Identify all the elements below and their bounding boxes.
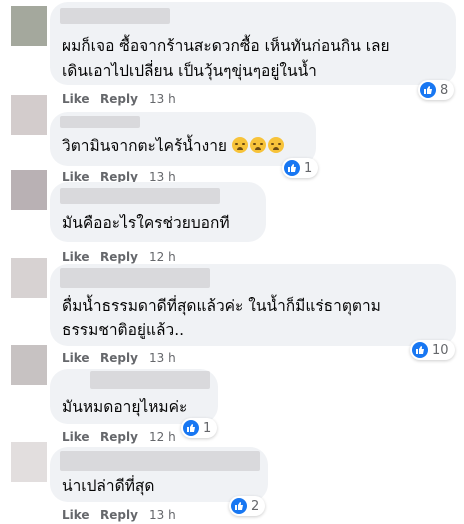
reaction-count-value: 10 xyxy=(432,342,449,358)
avatar[interactable] xyxy=(11,345,47,385)
author-name[interactable] xyxy=(90,371,210,389)
like-reaction-icon xyxy=(412,342,428,358)
timestamp[interactable]: 12 h xyxy=(149,250,176,264)
weary-face-emoji xyxy=(267,137,284,153)
avatar[interactable] xyxy=(11,442,47,482)
comment-text: ผมก็เจอ ซื้อจากร้านสะดวกซื้อ เห็นทันก่อน… xyxy=(62,37,390,55)
comment-text: มันหมดอายุไหมค่ะ xyxy=(62,398,188,416)
comment-text-line: วิตามินจากตะไคร้น้ำงาย xyxy=(62,135,286,157)
comment-bubble: มันหมดอายุไหมค่ะ xyxy=(50,369,218,424)
reaction-count-value: 2 xyxy=(251,498,260,514)
reply-button[interactable]: Reply xyxy=(100,250,138,264)
reply-button[interactable]: Reply xyxy=(100,430,138,444)
like-reaction-icon xyxy=(284,160,300,176)
like-reaction-icon xyxy=(231,498,247,514)
like-reaction-icon xyxy=(420,82,436,98)
avatar[interactable] xyxy=(11,95,47,135)
reaction-count-value: 1 xyxy=(203,420,212,436)
comment-text: ดื่มน้ำธรรมดาดีที่สุดแล้วค่ะ ในน้ำก็มีแร… xyxy=(62,297,381,315)
comment-bubble: น่าเปล่าดีที่สุด xyxy=(50,447,268,502)
author-name[interactable] xyxy=(60,116,140,128)
comment-bubble: ผมก็เจอ ซื้อจากร้านสะดวกซื้อ เห็นทันก่อน… xyxy=(50,2,456,85)
reaction-count-value: 8 xyxy=(440,82,449,98)
like-button[interactable]: Like xyxy=(62,430,90,444)
reaction-count[interactable]: 1 xyxy=(282,158,319,178)
comment-bubble: มันคืออะไรใครช่วยบอกที xyxy=(50,182,266,242)
reaction-count[interactable]: 10 xyxy=(410,340,455,360)
reaction-count[interactable]: 1 xyxy=(181,418,218,438)
comment-text: วิตามินจากตะไคร้น้ำงาย xyxy=(62,137,227,155)
weary-face-emoji xyxy=(231,137,248,153)
reaction-count[interactable]: 8 xyxy=(418,80,455,100)
weary-face-emoji xyxy=(249,137,266,153)
comment-bubble: วิตามินจากตะไคร้น้ำงาย xyxy=(50,112,316,166)
like-button[interactable]: Like xyxy=(62,250,90,264)
timestamp[interactable]: 13 h xyxy=(149,351,176,365)
author-name[interactable] xyxy=(60,8,170,24)
timestamp[interactable]: 13 h xyxy=(149,508,176,522)
comment-text: ธรรมชาติอยู่แล้ว.. xyxy=(62,321,185,339)
like-button[interactable]: Like xyxy=(62,508,90,522)
avatar[interactable] xyxy=(11,6,47,46)
avatar[interactable] xyxy=(11,258,47,298)
comment-text: น่าเปล่าดีที่สุด xyxy=(62,477,155,495)
like-reaction-icon xyxy=(183,420,199,436)
reply-button[interactable]: Reply xyxy=(100,508,138,522)
comment-text: มันคืออะไรใครช่วยบอกที xyxy=(62,214,230,232)
reply-button[interactable]: Reply xyxy=(100,351,138,365)
comment-text: เดินเอาไปเปลี่ยน เป็นวุ้นๆขุ่นๆอยู่ในน้ำ xyxy=(62,62,317,80)
author-name[interactable] xyxy=(60,451,260,471)
like-button[interactable]: Like xyxy=(62,351,90,365)
timestamp[interactable]: 13 h xyxy=(149,92,176,106)
like-button[interactable]: Like xyxy=(62,92,90,106)
author-name[interactable] xyxy=(60,268,210,288)
avatar[interactable] xyxy=(11,170,47,210)
comment-bubble: ดื่มน้ำธรรมดาดีที่สุดแล้วค่ะ ในน้ำก็มีแร… xyxy=(50,264,456,346)
reaction-count-value: 1 xyxy=(304,160,313,176)
reaction-count[interactable]: 2 xyxy=(229,496,266,516)
reply-button[interactable]: Reply xyxy=(100,92,138,106)
author-name[interactable] xyxy=(60,188,220,204)
timestamp[interactable]: 12 h xyxy=(149,430,176,444)
